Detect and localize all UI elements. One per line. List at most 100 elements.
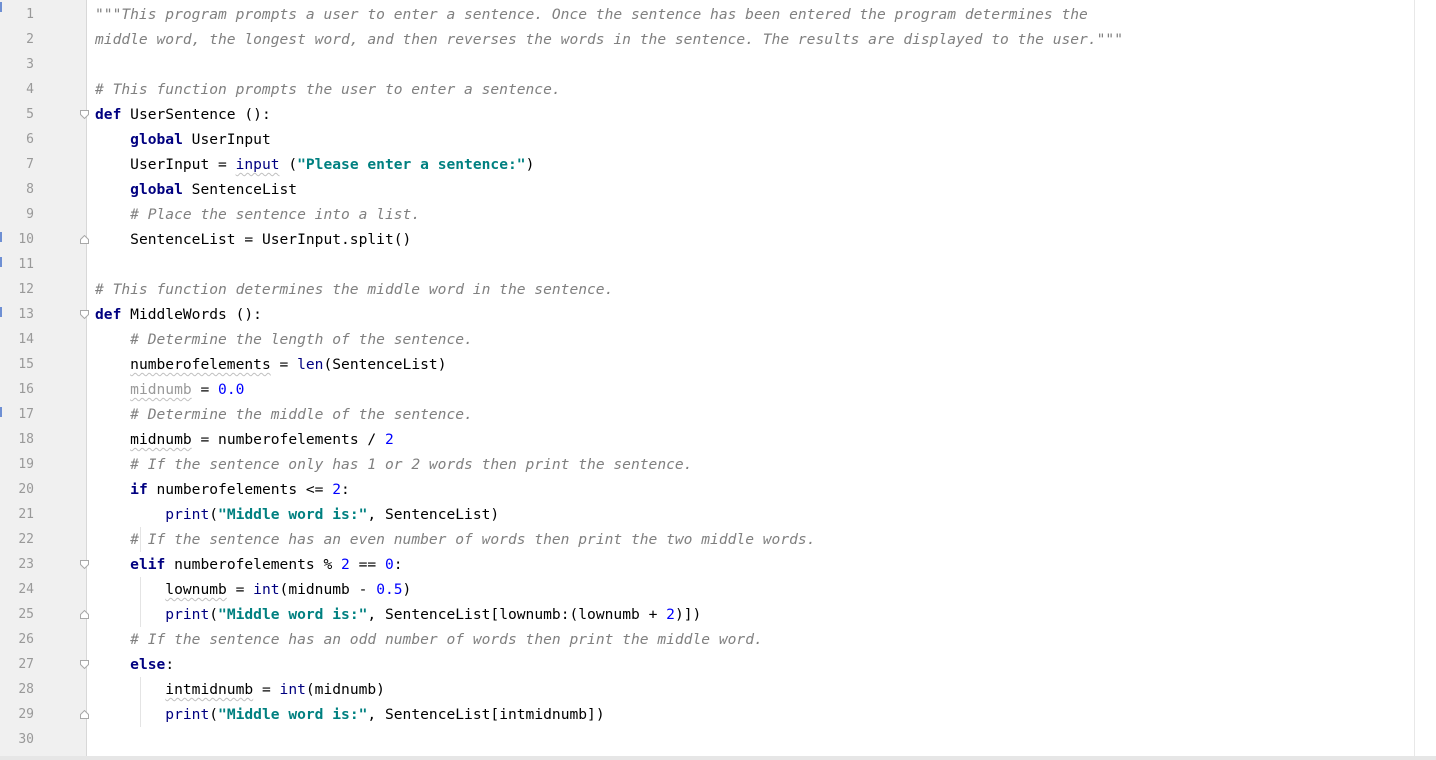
punctuation: ( (209, 606, 219, 623)
line-number: 8 (26, 182, 34, 197)
operator: = (226, 581, 254, 598)
code-editor[interactable]: 1 2 3 4 5 6 7 8 9 10 11 12 13 14 15 16 1… (0, 0, 1436, 760)
code-line: def UserSentence (): (95, 102, 1412, 127)
keyword: global (130, 131, 183, 148)
fold-collapse-icon[interactable] (80, 660, 89, 669)
line-number: 10 (18, 232, 34, 247)
builtin: print (165, 606, 210, 623)
line-number: 17 (18, 407, 34, 422)
comment: # This function determines the middle wo… (95, 281, 614, 298)
horizontal-scrollbar[interactable] (0, 756, 1436, 760)
fold-collapse-icon[interactable] (80, 560, 89, 569)
comment: # If the sentence has an odd number of w… (130, 631, 763, 648)
line-number: 16 (18, 382, 34, 397)
variable: midnumb (130, 431, 192, 448)
code-line: # Determine the length of the sentence. (95, 327, 1412, 352)
line-number: 1 (26, 7, 34, 22)
number-literal: 2 (384, 431, 394, 448)
line-number: 9 (26, 207, 34, 222)
code-line: print("Middle word is:", SentenceList[in… (95, 702, 1412, 727)
operator: = (253, 681, 280, 698)
code-text: , SentenceList) (367, 506, 500, 523)
line-number: 30 (18, 732, 34, 747)
comment: # This function prompts the user to ente… (95, 81, 561, 98)
code-line: # If the sentence has an odd number of w… (95, 627, 1412, 652)
code-text: , SentenceList[intmidnumb]) (367, 706, 605, 723)
number-literal: 2 (666, 606, 675, 623)
line-numbers: 1 2 3 4 5 6 7 8 9 10 11 12 13 14 15 16 1… (0, 2, 34, 752)
code-text: (midnumb) (305, 681, 385, 698)
line-number: 3 (26, 57, 34, 72)
number-literal: 2 (332, 481, 342, 498)
code-text: numberofelements % (165, 556, 342, 573)
code-line: # If the sentence has an even number of … (95, 527, 1412, 552)
line-number: 25 (18, 607, 34, 622)
right-margin-guide (1414, 0, 1415, 756)
function-name: MiddleWords (130, 306, 227, 323)
line-number: 15 (18, 357, 34, 372)
code-line: middle word, the longest word, and then … (95, 27, 1412, 52)
editor-gutter: 1 2 3 4 5 6 7 8 9 10 11 12 13 14 15 16 1… (0, 0, 89, 756)
punctuation: : (393, 556, 403, 573)
punctuation: : (165, 656, 175, 673)
code-text: SentenceList = UserInput.split() (130, 231, 412, 248)
line-number: 26 (18, 632, 34, 647)
line-number: 7 (26, 157, 34, 172)
operator: == (349, 556, 385, 573)
string-literal: "Please enter a sentence:" (297, 156, 526, 173)
line-number: 12 (18, 282, 34, 297)
code-text: numberofelements <= (147, 481, 333, 498)
code-line: elif numberofelements % 2 == 0: (95, 552, 1412, 577)
code-line: # This function determines the middle wo… (95, 277, 1412, 302)
comment: # Determine the middle of the sentence. (130, 406, 473, 423)
operator: = (270, 356, 298, 373)
punctuation: (): (235, 106, 271, 123)
number-literal: 0.5 (376, 581, 403, 598)
code-line: def MiddleWords (): (95, 302, 1412, 327)
fold-collapse-icon[interactable] (80, 110, 89, 119)
builtin: len (297, 356, 324, 373)
line-number: 13 (18, 307, 34, 322)
punctuation: ( (279, 156, 298, 173)
line-number: 24 (18, 582, 34, 597)
line-number: 21 (18, 507, 34, 522)
variable: intmidnumb (165, 681, 254, 698)
punctuation: ) (402, 581, 412, 598)
line-number: 11 (18, 257, 34, 272)
code-line: midnumb = numberofelements / 2 (95, 427, 1412, 452)
fold-end-icon[interactable] (80, 710, 89, 719)
string-literal: "Middle word is:" (218, 506, 368, 523)
code-area[interactable]: """This program prompts a user to enter … (95, 2, 1412, 752)
keyword: def (95, 306, 122, 323)
code-line: if numberofelements <= 2: (95, 477, 1412, 502)
keyword: def (95, 106, 122, 123)
line-number: 28 (18, 682, 34, 697)
code-line: global SentenceList (95, 177, 1412, 202)
fold-end-icon[interactable] (80, 610, 89, 619)
punctuation: ) (525, 156, 535, 173)
line-number: 2 (26, 32, 34, 47)
function-name: UserSentence (130, 106, 236, 123)
number-literal: 0 (385, 556, 394, 573)
string-literal: "Middle word is:" (218, 706, 368, 723)
punctuation: (): (226, 306, 262, 323)
fold-collapse-icon[interactable] (80, 310, 89, 319)
code-line: else: (95, 652, 1412, 677)
fold-end-icon[interactable] (80, 235, 89, 244)
code-text: (SentenceList) (323, 356, 447, 373)
line-number: 19 (18, 457, 34, 472)
code-line: """This program prompts a user to enter … (95, 2, 1412, 27)
code-line: print("Middle word is:", SentenceList) (95, 502, 1412, 527)
keyword: global (130, 181, 183, 198)
keyword: if (130, 481, 148, 498)
code-line: midnumb = 0.0 (95, 377, 1412, 402)
code-text: UserInput = (130, 156, 236, 173)
code-line: # Place the sentence into a list. (95, 202, 1412, 227)
variable: lownumb (165, 581, 227, 598)
builtin: print (165, 506, 210, 523)
line-number: 22 (18, 532, 34, 547)
punctuation: ( (209, 706, 219, 723)
